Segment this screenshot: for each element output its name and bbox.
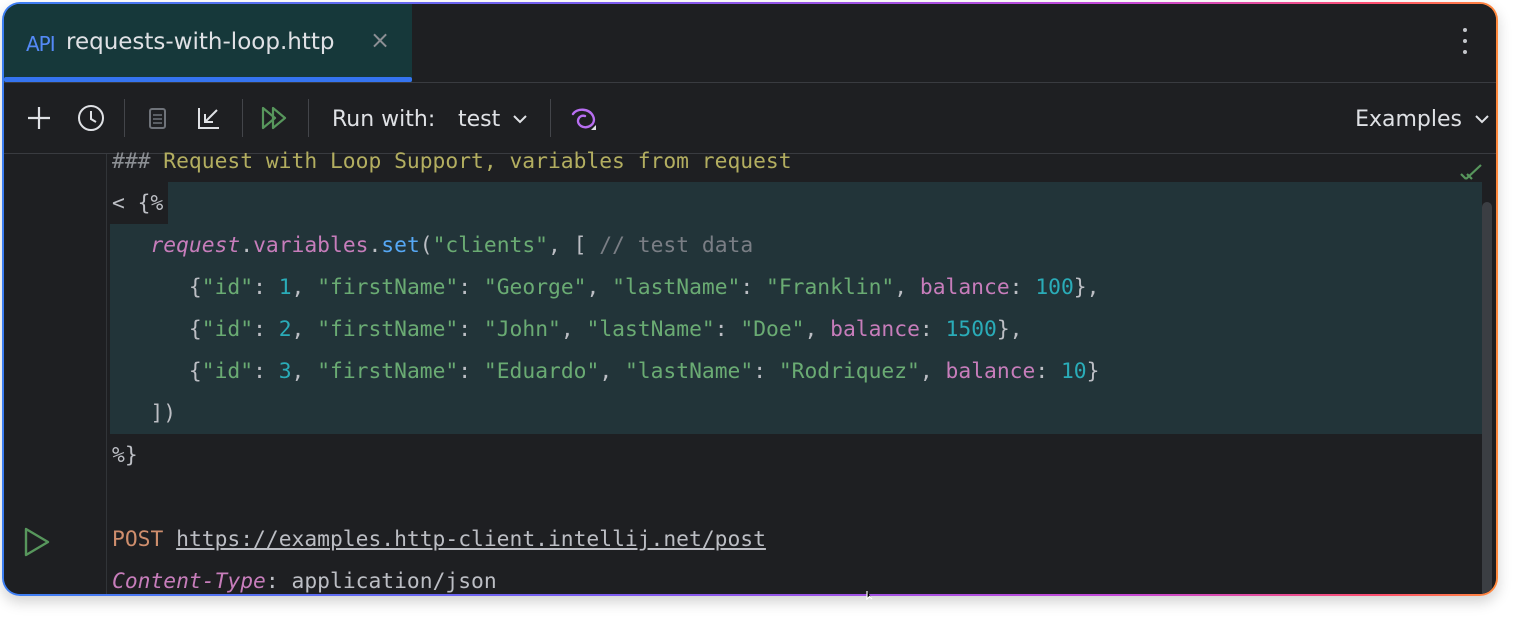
- toolbar-separator: [124, 99, 125, 137]
- gutter-divider: [106, 154, 107, 594]
- toolbar-separator: [308, 99, 309, 137]
- code-line: {"id": 1, "firstName": "George", "lastNa…: [112, 275, 1100, 300]
- import-arrow-icon[interactable]: [192, 101, 226, 135]
- inspection-ok-icon: [1460, 164, 1482, 180]
- run-all-icon[interactable]: [258, 101, 292, 135]
- code-line: request.variables.set("clients", [ // te…: [150, 233, 754, 258]
- tab-bar: API requests-with-loop.http ×: [4, 4, 1496, 83]
- more-options-icon[interactable]: [1462, 28, 1468, 58]
- mouse-cursor-icon: [866, 591, 873, 600]
- copy-icon[interactable]: [140, 101, 174, 135]
- active-tab-indicator: [4, 77, 412, 82]
- environment-selector[interactable]: test: [458, 107, 500, 132]
- vertical-scrollbar[interactable]: [1482, 202, 1492, 594]
- tab-title: requests-with-loop.http: [66, 29, 335, 55]
- request-line: POST https://examples.http-client.intell…: [112, 527, 766, 552]
- run-request-icon[interactable]: [22, 526, 52, 558]
- code-line: %}: [112, 443, 138, 468]
- code-line: {"id": 2, "firstName": "John", "lastName…: [112, 317, 1023, 342]
- chevron-down-icon[interactable]: [1474, 113, 1490, 125]
- chevron-down-icon[interactable]: [512, 113, 528, 125]
- header-line: Content-Type: application/json: [112, 569, 497, 594]
- code-line: < {%: [112, 191, 164, 216]
- tab-close-icon[interactable]: ×: [370, 26, 390, 54]
- api-file-icon: API: [26, 32, 56, 56]
- request-url-link[interactable]: https://examples.http-client.intellij.ne…: [176, 527, 766, 552]
- code-editor[interactable]: ### Request with Loop Support, variables…: [4, 149, 1496, 594]
- tab-requests-with-loop[interactable]: API requests-with-loop.http ×: [4, 4, 412, 82]
- editor-window: API requests-with-loop.http × Run with: …: [4, 4, 1496, 594]
- examples-dropdown[interactable]: Examples: [1355, 107, 1462, 132]
- toolbar-separator: [242, 99, 243, 137]
- plus-icon[interactable]: [22, 101, 56, 135]
- spiral-icon[interactable]: [566, 101, 600, 135]
- toolbar-separator: [550, 99, 551, 137]
- clock-icon[interactable]: [74, 101, 108, 135]
- script-highlight: [168, 182, 1482, 224]
- window-frame: API requests-with-loop.http × Run with: …: [2, 2, 1498, 596]
- code-line: {"id": 3, "firstName": "Eduardo", "lastN…: [112, 359, 1100, 384]
- run-with-label: Run with:: [332, 107, 436, 132]
- code-line: ### Request with Loop Support, variables…: [112, 149, 792, 174]
- code-line: ]): [150, 401, 177, 426]
